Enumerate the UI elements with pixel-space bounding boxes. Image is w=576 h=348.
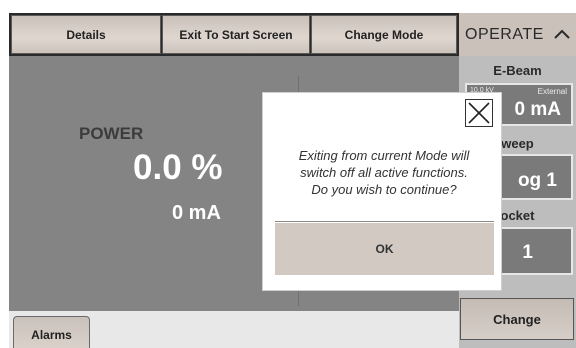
alarms-tab[interactable]: Alarms <box>13 316 90 348</box>
operate-label: OPERATE <box>465 25 544 43</box>
change-label: Change <box>493 311 541 327</box>
ebeam-source-label: External <box>537 87 567 96</box>
close-icon[interactable] <box>465 99 493 127</box>
power-label: POWER <box>79 124 144 143</box>
exit-to-start-screen-tab[interactable]: Exit To Start Screen <box>162 15 310 54</box>
alarms-label: Alarms <box>31 327 72 342</box>
change-mode-tab-label: Change Mode <box>344 27 424 42</box>
change-button[interactable]: Change <box>460 298 574 340</box>
pocket-value: 1 <box>522 242 533 263</box>
sweep-value: og 1 <box>517 170 557 191</box>
dialog-message-line-1: Exiting from current Mode will <box>298 148 470 163</box>
ok-button-label: OK <box>375 242 394 256</box>
current-value: 0 mA <box>172 202 221 224</box>
details-tab-label: Details <box>66 27 106 42</box>
dialog-message-line-2: switch off all active functions. <box>300 165 468 180</box>
dialog-message: Exiting from current Mode will switch of… <box>276 147 492 198</box>
details-tab[interactable]: Details <box>11 15 161 54</box>
operate-header[interactable]: OPERATE <box>459 13 576 56</box>
dialog-message-line-3: Do you wish to continue? <box>311 182 457 197</box>
dialog-separator <box>275 221 494 222</box>
ebeam-label: E-Beam <box>493 63 542 78</box>
chevron-up-icon <box>554 26 570 43</box>
change-mode-tab[interactable]: Change Mode <box>311 15 457 54</box>
ok-button[interactable]: OK <box>275 223 494 275</box>
power-value: 0.0 % <box>133 148 223 187</box>
ebeam-value: 0 mA <box>514 99 561 120</box>
exit-tab-label: Exit To Start Screen <box>179 27 293 42</box>
